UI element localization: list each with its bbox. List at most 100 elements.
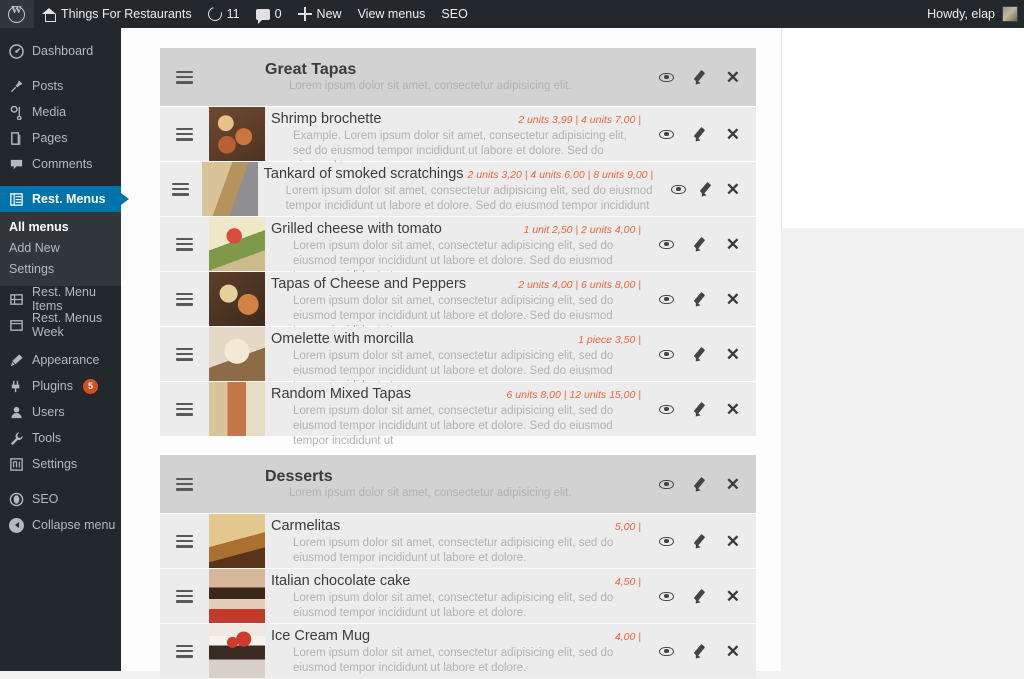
- sidebar-item-dashboard[interactable]: Dashboard: [0, 38, 121, 64]
- eye-icon[interactable]: [659, 536, 674, 546]
- item-drag-handle-cell[interactable]: [160, 107, 209, 161]
- pencil-icon[interactable]: [692, 70, 707, 85]
- updates-menu[interactable]: 11: [200, 0, 248, 28]
- eye-icon[interactable]: [671, 184, 687, 194]
- drag-handle-icon[interactable]: [172, 182, 190, 196]
- close-icon[interactable]: ✕: [726, 236, 740, 253]
- eye-icon[interactable]: [659, 349, 674, 359]
- close-icon[interactable]: ✕: [726, 588, 740, 605]
- close-icon[interactable]: ✕: [726, 643, 740, 660]
- sidebar-item-collapse-menu[interactable]: Collapse menu: [0, 512, 121, 538]
- menu-item-prices: 2 units 4,00 | 6 units 8,00 |: [518, 279, 641, 291]
- menu-item-row: Tapas of Cheese and Peppers 2 units 4,00 …: [160, 272, 756, 337]
- eye-icon[interactable]: [659, 646, 674, 656]
- eye-icon[interactable]: [659, 129, 674, 139]
- pencil-icon[interactable]: [692, 127, 707, 142]
- drag-handle-icon[interactable]: [176, 644, 193, 658]
- sidebar-item-pages[interactable]: Pages: [0, 125, 121, 151]
- row-actions: ✕: [651, 569, 756, 623]
- item-drag-handle-cell[interactable]: [160, 217, 209, 271]
- menu-week-icon: [8, 317, 25, 334]
- item-drag-handle-cell[interactable]: [160, 624, 209, 678]
- menu-item-title: Italian chocolate cake: [271, 573, 411, 589]
- pencil-icon[interactable]: [692, 347, 707, 362]
- pencil-icon[interactable]: [692, 534, 707, 549]
- eye-icon[interactable]: [659, 239, 674, 249]
- menu-list-icon: [8, 191, 25, 208]
- sidebar-item-label: Rest. Menus Week: [32, 311, 103, 339]
- close-icon[interactable]: ✕: [726, 126, 740, 143]
- menu-item-row: Italian chocolate cake 4,50 | Lorem ipsum …: [160, 569, 756, 623]
- sidebar-item-label: Tools: [32, 431, 62, 445]
- pencil-icon[interactable]: [698, 182, 713, 197]
- pencil-icon[interactable]: [692, 477, 707, 492]
- plugins-update-badge: 5: [83, 378, 98, 394]
- close-icon[interactable]: ✕: [726, 533, 740, 550]
- sidebar-item-media[interactable]: Media: [0, 99, 121, 125]
- eye-icon[interactable]: [659, 72, 674, 82]
- menu-drag-handle-cell[interactable]: [160, 48, 209, 106]
- account-area[interactable]: Howdy, elap: [927, 6, 1024, 22]
- drag-handle-icon[interactable]: [176, 402, 193, 416]
- sidebar-item-posts[interactable]: Posts: [0, 73, 121, 99]
- menu-item-row: Tankard of smoked scratchings 2 units 3,2…: [160, 162, 756, 227]
- sidebar-item-label: Collapse menu: [32, 518, 116, 532]
- eye-icon[interactable]: [659, 479, 674, 489]
- pencil-icon[interactable]: [692, 589, 707, 604]
- eye-icon[interactable]: [659, 591, 674, 601]
- sidebar-item-rest-menu-items[interactable]: Rest. Menu Items: [0, 285, 121, 313]
- sidebar-subitem-all-menus[interactable]: All menus: [0, 216, 121, 237]
- close-icon[interactable]: ✕: [726, 401, 740, 418]
- close-icon[interactable]: ✕: [726, 181, 740, 198]
- rest-menus-submenu: All menus Add New Settings: [0, 212, 121, 286]
- pencil-icon[interactable]: [692, 292, 707, 307]
- menu-item-body: Omelette with morcilla 1 piece 3,50 | Lore…: [265, 327, 651, 392]
- eye-icon[interactable]: [659, 294, 674, 304]
- item-drag-handle-cell[interactable]: [160, 272, 209, 326]
- sidebar-item-rest-menus-week[interactable]: Rest. Menus Week: [0, 311, 121, 339]
- sidebar-subitem-add-new[interactable]: Add New: [0, 237, 121, 258]
- sidebar-item-comments[interactable]: Comments: [0, 151, 121, 177]
- close-icon[interactable]: ✕: [726, 346, 740, 363]
- row-actions: ✕: [663, 162, 756, 216]
- view-menus-link[interactable]: View menus: [350, 0, 434, 28]
- close-icon[interactable]: ✕: [726, 476, 740, 493]
- menu-header-text: Great Tapas Lorem ipsum dolor sit amet, c…: [265, 48, 651, 106]
- seo-menu[interactable]: SEO: [433, 0, 475, 28]
- pencil-icon[interactable]: [692, 237, 707, 252]
- drag-handle-icon[interactable]: [176, 347, 193, 361]
- item-drag-handle-cell[interactable]: [160, 569, 209, 623]
- wp-logo-menu[interactable]: [0, 0, 34, 28]
- sidebar-subitem-settings[interactable]: Settings: [0, 258, 121, 279]
- site-name-menu[interactable]: Things For Restaurants: [34, 0, 200, 28]
- menu-item-title: Random Mixed Tapas: [271, 386, 411, 402]
- drag-handle-icon[interactable]: [176, 237, 193, 251]
- pencil-icon[interactable]: [692, 644, 707, 659]
- drag-handle-icon[interactable]: [176, 127, 193, 141]
- item-drag-handle-cell[interactable]: [160, 162, 202, 216]
- item-drag-handle-cell[interactable]: [160, 382, 209, 436]
- comment-icon: [8, 156, 25, 173]
- sidebar-item-rest-menus[interactable]: Rest. Menus: [0, 186, 129, 212]
- drag-handle-icon[interactable]: [176, 477, 193, 491]
- drag-handle-icon[interactable]: [176, 534, 193, 548]
- close-icon[interactable]: ✕: [726, 291, 740, 308]
- sidebar-item-plugins[interactable]: Plugins 5: [0, 373, 121, 399]
- comments-menu[interactable]: 0: [248, 0, 290, 28]
- drag-handle-icon[interactable]: [176, 589, 193, 603]
- eye-icon[interactable]: [659, 404, 674, 414]
- sidebar-item-tools[interactable]: Tools: [0, 425, 121, 451]
- sidebar-item-seo[interactable]: SEO: [0, 486, 121, 512]
- menu-drag-handle-cell[interactable]: [160, 455, 209, 513]
- sidebar-item-label: Rest. Menu Items: [32, 285, 96, 313]
- sidebar-item-settings[interactable]: Settings: [0, 451, 121, 477]
- close-icon[interactable]: ✕: [726, 69, 740, 86]
- pencil-icon[interactable]: [692, 402, 707, 417]
- item-drag-handle-cell[interactable]: [160, 327, 209, 381]
- drag-handle-icon[interactable]: [176, 70, 193, 84]
- new-content-menu[interactable]: New: [290, 0, 350, 28]
- sidebar-item-users[interactable]: Users: [0, 399, 121, 425]
- drag-handle-icon[interactable]: [176, 292, 193, 306]
- item-drag-handle-cell[interactable]: [160, 514, 209, 568]
- sidebar-item-appearance[interactable]: Appearance: [0, 347, 121, 373]
